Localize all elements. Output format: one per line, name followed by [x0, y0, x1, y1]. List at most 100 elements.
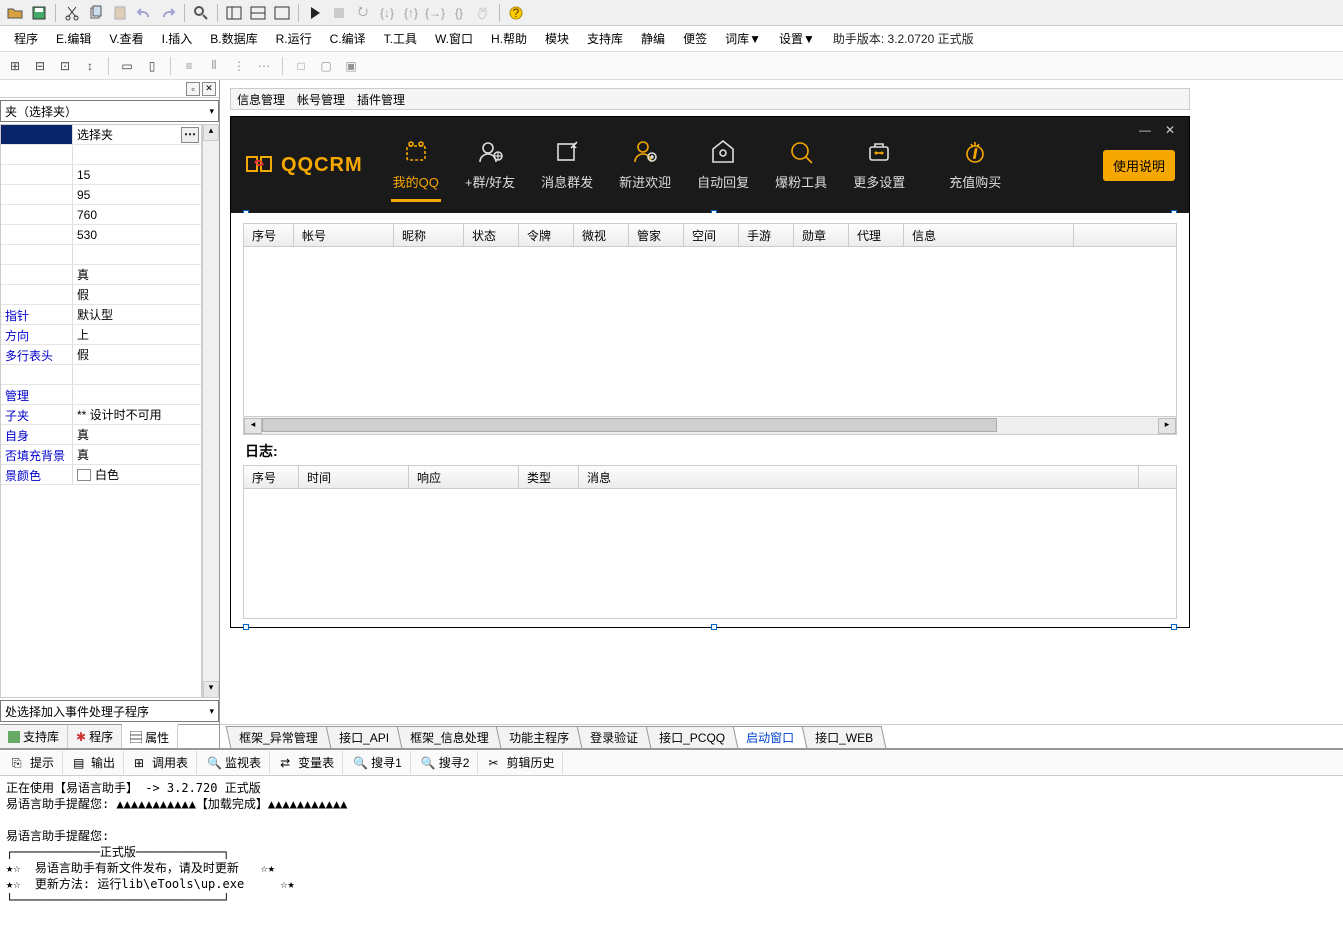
accounts-table-body[interactable]: [243, 247, 1177, 417]
step2-icon[interactable]: {}: [448, 2, 470, 24]
align6-icon[interactable]: ▯: [141, 55, 163, 77]
designer-tab[interactable]: 功能主程序: [496, 726, 583, 748]
paste-icon[interactable]: [109, 2, 131, 24]
nav-more[interactable]: 更多设置: [851, 134, 907, 195]
table-header-cell[interactable]: 类型: [519, 466, 579, 488]
designer-tab[interactable]: 接口_API: [325, 726, 402, 748]
close-icon[interactable]: ✕: [1165, 123, 1175, 137]
table-header-cell[interactable]: 昵称: [394, 224, 464, 246]
property-value[interactable]: 530: [73, 225, 201, 244]
resize-handle[interactable]: [711, 624, 717, 630]
table-header-cell[interactable]: 令牌: [519, 224, 574, 246]
stepout-icon[interactable]: {↑}: [400, 2, 422, 24]
table-header-cell[interactable]: 空间: [684, 224, 739, 246]
designer-tab[interactable]: 接口_WEB: [802, 726, 887, 748]
layout1-icon[interactable]: [223, 2, 245, 24]
property-value[interactable]: 上: [73, 325, 201, 344]
property-row[interactable]: [1, 145, 201, 165]
property-row[interactable]: 选择夹⋯: [1, 125, 201, 145]
size3-icon[interactable]: ▣: [340, 55, 362, 77]
scroll-up-icon[interactable]: ▴: [203, 124, 219, 141]
nav-baofen[interactable]: 爆粉工具: [773, 134, 829, 195]
property-row[interactable]: 子夹** 设计时不可用: [1, 405, 201, 425]
design-canvas[interactable]: 信息管理 帐号管理 插件管理 — ✕ QQCRM: [220, 80, 1343, 724]
property-value[interactable]: 真: [73, 425, 201, 444]
hand-icon[interactable]: [472, 2, 494, 24]
menu-supportlib[interactable]: 支持库: [579, 27, 631, 50]
menu-static[interactable]: 静编: [633, 27, 673, 50]
menu-database[interactable]: B.数据库: [202, 27, 265, 50]
property-value[interactable]: 95: [73, 185, 201, 204]
property-value[interactable]: 真: [73, 445, 201, 464]
menu-program[interactable]: 程序: [6, 27, 46, 50]
form-menu-plugin[interactable]: 插件管理: [357, 91, 405, 108]
table-header-cell[interactable]: 序号: [244, 224, 294, 246]
layout2-icon[interactable]: [247, 2, 269, 24]
property-row[interactable]: 指针默认型: [1, 305, 201, 325]
output-tab[interactable]: 🔍搜寻1: [345, 751, 411, 774]
usage-button[interactable]: 使用说明: [1103, 150, 1175, 181]
property-row[interactable]: 否填充背景真: [1, 445, 201, 465]
table-header-cell[interactable]: 响应: [409, 466, 519, 488]
scroll-down-icon[interactable]: ▾: [203, 681, 219, 698]
output-body[interactable]: 正在使用【易语言助手】 -> 3.2.720 正式版 易语言助手提醒您: ▲▲▲…: [0, 776, 1343, 952]
table-header-cell[interactable]: 勋章: [794, 224, 849, 246]
property-row[interactable]: 管理: [1, 385, 201, 405]
property-row[interactable]: 95: [1, 185, 201, 205]
size1-icon[interactable]: □: [290, 55, 312, 77]
table-header-cell[interactable]: 信息: [904, 224, 1074, 246]
find-icon[interactable]: [190, 2, 212, 24]
table-header-cell[interactable]: 帐号: [294, 224, 394, 246]
tab-supportlib[interactable]: 支持库: [0, 725, 68, 748]
spacing4-icon[interactable]: ⋯: [253, 55, 275, 77]
menu-run[interactable]: R.运行: [268, 27, 320, 50]
step1-icon[interactable]: {→}: [424, 2, 446, 24]
menu-edit[interactable]: E.编辑: [48, 27, 99, 50]
property-row[interactable]: 景颜色白色: [1, 465, 201, 485]
cut-icon[interactable]: [61, 2, 83, 24]
menu-window[interactable]: W.窗口: [427, 27, 481, 50]
object-selector[interactable]: 夹（选择夹） ▾: [0, 100, 219, 122]
property-value[interactable]: 真: [73, 265, 201, 284]
scroll-right-icon[interactable]: ▸: [1158, 418, 1176, 434]
output-tab[interactable]: ⇄变量表: [272, 751, 343, 774]
table-header-cell[interactable]: 手游: [739, 224, 794, 246]
nav-group[interactable]: +群/好友: [463, 134, 517, 195]
output-tab[interactable]: ⎘提示: [4, 751, 63, 774]
property-value[interactable]: 假: [73, 285, 201, 304]
table-header-cell[interactable]: 管家: [629, 224, 684, 246]
scroll-left-icon[interactable]: ◂: [244, 418, 262, 434]
tab-properties[interactable]: 属性: [122, 724, 178, 748]
property-more-button[interactable]: ⋯: [181, 127, 199, 143]
table-header-cell[interactable]: 消息: [579, 466, 1139, 488]
size2-icon[interactable]: ▢: [315, 55, 337, 77]
designer-tab[interactable]: 框架_异常管理: [226, 726, 331, 748]
copy-icon[interactable]: [85, 2, 107, 24]
nav-recharge[interactable]: i 充值购买: [947, 134, 1003, 195]
menu-view[interactable]: V.查看: [101, 27, 151, 50]
minimize-icon[interactable]: —: [1139, 123, 1151, 137]
align4-icon[interactable]: ↕: [79, 55, 101, 77]
panel-close-icon[interactable]: ✕: [202, 82, 216, 96]
property-row[interactable]: [1, 365, 201, 385]
property-value[interactable]: [73, 385, 201, 404]
align1-icon[interactable]: ⊞: [4, 55, 26, 77]
resize-handle[interactable]: [243, 624, 249, 630]
property-value[interactable]: [73, 365, 201, 384]
redo-icon[interactable]: [157, 2, 179, 24]
property-row[interactable]: 假: [1, 285, 201, 305]
stop-icon[interactable]: [328, 2, 350, 24]
property-value[interactable]: ** 设计时不可用: [73, 405, 201, 424]
property-value[interactable]: 默认型: [73, 305, 201, 324]
property-row[interactable]: 530: [1, 225, 201, 245]
tab-program[interactable]: ✱程序: [68, 725, 122, 748]
nav-broadcast[interactable]: 消息群发: [539, 134, 595, 195]
designer-tab[interactable]: 接口_PCQQ: [646, 726, 739, 748]
property-value[interactable]: 假: [73, 345, 201, 364]
stepover-icon[interactable]: ⭮: [352, 2, 374, 24]
property-value[interactable]: 15: [73, 165, 201, 184]
save-icon[interactable]: [28, 2, 50, 24]
property-row[interactable]: 自身真: [1, 425, 201, 445]
form-menu-info[interactable]: 信息管理: [237, 91, 285, 108]
property-value[interactable]: 选择夹⋯: [73, 125, 201, 144]
